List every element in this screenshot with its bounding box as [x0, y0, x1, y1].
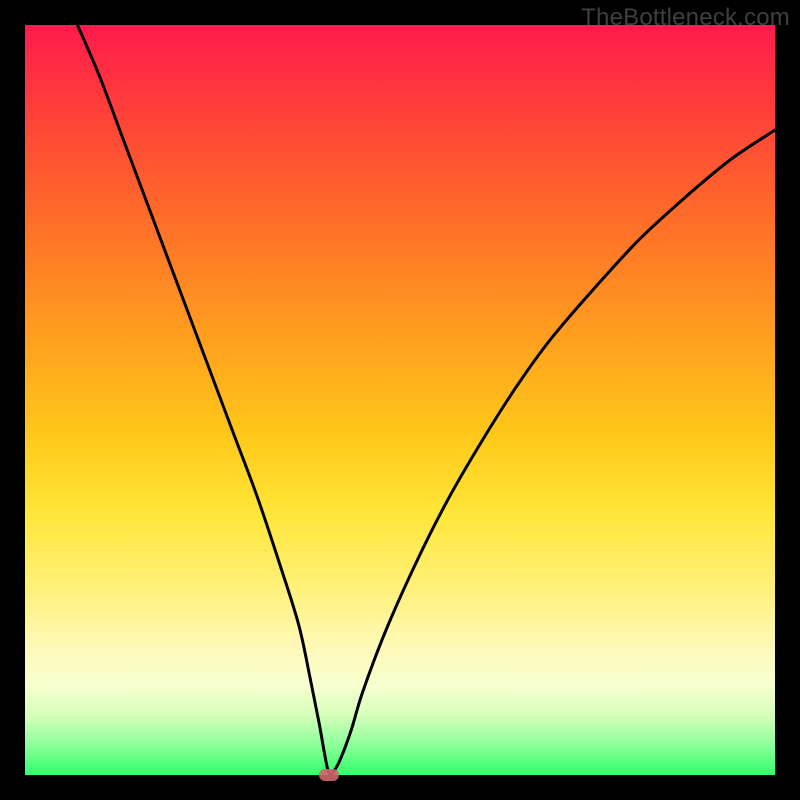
gradient-plot-area	[25, 25, 775, 775]
chart-frame: TheBottleneck.com	[0, 0, 800, 800]
optimal-point-marker	[319, 769, 339, 781]
